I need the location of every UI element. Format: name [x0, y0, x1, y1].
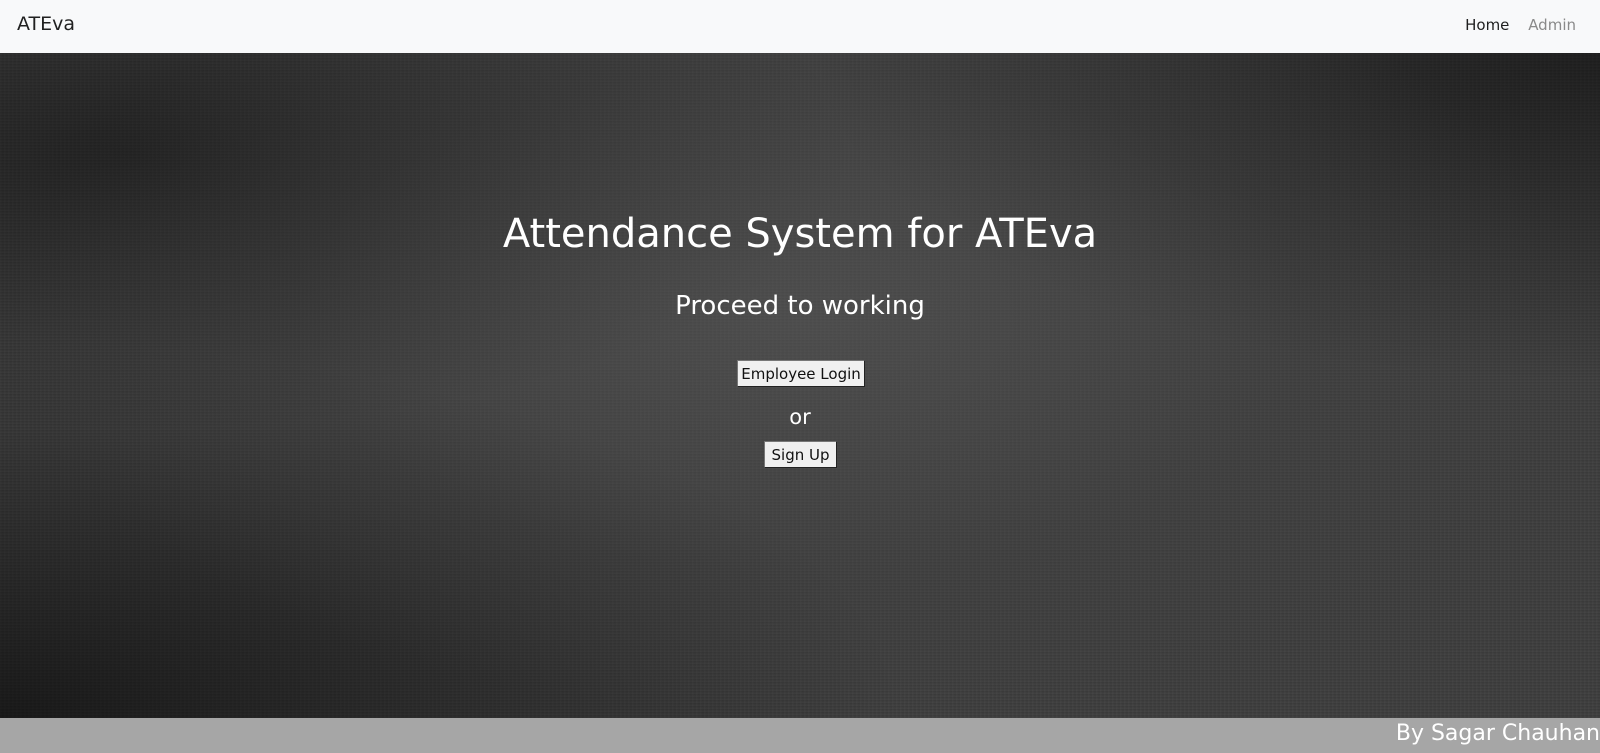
footer-credit: By Sagar Chauhan	[1395, 721, 1600, 746]
nav-links: Home Admin	[1451, 16, 1576, 34]
employee-login-button[interactable]: Employee Login	[737, 360, 865, 387]
hero-section: Attendance System for ATEva Proceed to w…	[0, 53, 1600, 718]
or-separator: or	[789, 405, 811, 429]
page-title: Attendance System for ATEva	[502, 211, 1098, 257]
nav-link-admin[interactable]: Admin	[1528, 16, 1576, 34]
brand-logo-link[interactable]: ATEva	[17, 13, 75, 35]
footer: By Sagar Chauhan	[0, 718, 1600, 753]
page-subtitle: Proceed to working	[675, 291, 925, 321]
sign-up-button[interactable]: Sign Up	[764, 441, 837, 468]
top-navbar: ATEva Home Admin	[0, 0, 1600, 53]
nav-link-home[interactable]: Home	[1465, 16, 1509, 34]
